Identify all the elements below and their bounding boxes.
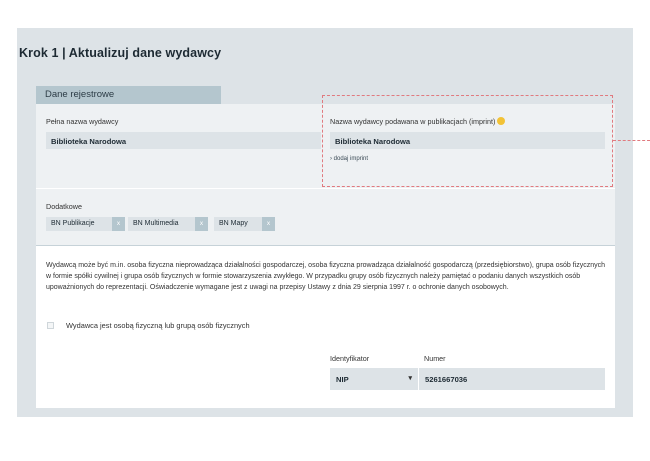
chip-label: BN Multimedia bbox=[133, 220, 179, 227]
identifier-select[interactable]: NIP ▾ bbox=[330, 368, 418, 390]
imprint-highlight-box bbox=[322, 95, 613, 187]
legal-description: Wydawcą może być m.in. osoba fizyczna ni… bbox=[46, 262, 606, 292]
remove-chip-button[interactable]: x bbox=[112, 217, 125, 231]
chip-label: BN Publikacje bbox=[51, 220, 95, 227]
remove-chip-button[interactable]: x bbox=[195, 217, 208, 231]
full-name-label: Pełna nazwa wydawcy bbox=[46, 117, 119, 126]
full-name-field[interactable]: Biblioteka Narodowa bbox=[46, 132, 321, 149]
number-label: Numer bbox=[424, 354, 446, 363]
additional-label: Dodatkowe bbox=[46, 202, 82, 211]
natural-person-label: Wydawca jest osobą fizyczną lub grupą os… bbox=[66, 321, 250, 330]
identifier-value: NIP bbox=[336, 375, 349, 384]
chip-bn-publikacje: BN Publikacje x bbox=[46, 217, 125, 231]
highlight-connector bbox=[613, 140, 650, 141]
natural-person-checkbox[interactable] bbox=[47, 322, 54, 329]
chevron-down-icon: ▾ bbox=[408, 375, 412, 382]
chip-label: BN Mapy bbox=[219, 220, 248, 227]
tab-registration-data[interactable]: Dane rejestrowe bbox=[36, 86, 221, 104]
remove-chip-button[interactable]: x bbox=[262, 217, 275, 231]
page-title: Krok 1 | Aktualizuj dane wydawcy bbox=[19, 46, 222, 60]
chip-bn-mapy: BN Mapy x bbox=[214, 217, 275, 231]
number-field[interactable]: 5261667036 bbox=[419, 368, 605, 390]
chip-bn-multimedia: BN Multimedia x bbox=[128, 217, 208, 231]
identifier-label: Identyfikator bbox=[330, 354, 370, 363]
